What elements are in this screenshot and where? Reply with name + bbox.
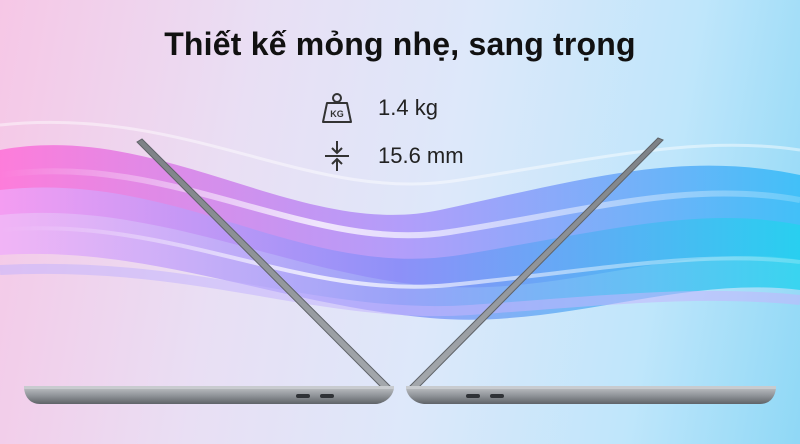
promo-banner: Thiết kế mỏng nhẹ, sang trọng KG 1.4 kg … <box>0 0 800 444</box>
left-laptop <box>24 138 394 404</box>
left-laptop-port-1 <box>296 394 310 398</box>
left-laptop-port-2 <box>320 394 334 398</box>
right-laptop <box>406 137 776 404</box>
right-laptop-port-2 <box>490 394 504 398</box>
laptop-illustration <box>24 137 776 404</box>
right-laptop-port-1 <box>466 394 480 398</box>
